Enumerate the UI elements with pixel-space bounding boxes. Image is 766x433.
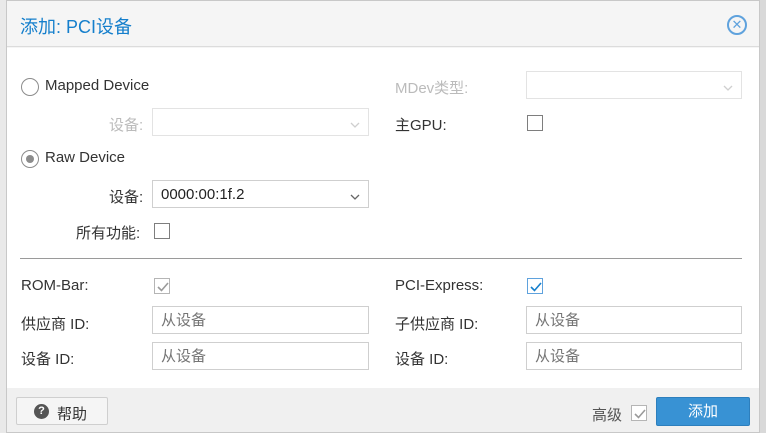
- help-button[interactable]: ? 帮助: [16, 397, 108, 425]
- mapped-device-combo[interactable]: [152, 108, 369, 136]
- section-divider: [20, 258, 742, 259]
- rom-bar-checkbox[interactable]: [154, 278, 170, 294]
- check-icon: [634, 409, 646, 419]
- chevron-down-icon[interactable]: [350, 189, 360, 200]
- mapped-device-field-label: 设备:: [109, 117, 144, 134]
- primary-gpu-checkbox[interactable]: [527, 115, 543, 131]
- dialog-title: 添加: PCI设备: [20, 17, 133, 37]
- raw-device-label: Raw Device: [45, 149, 126, 166]
- rom-bar-label: ROM-Bar:: [21, 277, 89, 294]
- add-button[interactable]: 添加: [656, 397, 750, 426]
- question-circle-icon: ?: [34, 404, 49, 419]
- raw-device-value: 0000:00:1f.2: [161, 186, 245, 203]
- check-icon: [530, 282, 542, 292]
- raw-device-radio[interactable]: [21, 150, 39, 168]
- dialog-body: Mapped Device MDev类型: 设备: 主GPU: Raw Devi…: [7, 48, 759, 388]
- chevron-down-icon: [723, 80, 733, 91]
- mdev-type-combo[interactable]: [526, 71, 742, 99]
- sub-device-id-input[interactable]: [526, 342, 742, 370]
- device-id-input[interactable]: [152, 342, 369, 370]
- sub-device-id-label: 设备 ID:: [395, 351, 449, 368]
- primary-gpu-label: 主GPU:: [395, 117, 447, 134]
- dialog-footer: ? 帮助 高级 添加: [7, 388, 759, 432]
- dialog-header: 添加: PCI设备 ✕: [7, 1, 759, 47]
- all-functions-label: 所有功能:: [76, 225, 141, 242]
- add-pci-device-dialog: 添加: PCI设备 ✕ Mapped Device MDev类型: 设备: 主G…: [6, 0, 760, 433]
- vendor-id-input[interactable]: [152, 306, 369, 334]
- sub-vendor-id-input[interactable]: [526, 306, 742, 334]
- vendor-id-label: 供应商 ID:: [21, 316, 90, 333]
- advanced-checkbox[interactable]: [631, 405, 647, 421]
- device-id-label: 设备 ID:: [21, 351, 75, 368]
- check-icon: [157, 282, 169, 292]
- help-button-label: 帮助: [57, 406, 88, 423]
- advanced-label: 高级: [592, 407, 623, 424]
- raw-device-field-label: 设备:: [109, 189, 144, 206]
- raw-device-combo[interactable]: 0000:00:1f.2: [152, 180, 369, 208]
- pci-express-label: PCI-Express:: [395, 277, 484, 294]
- close-icon[interactable]: ✕: [727, 15, 747, 35]
- chevron-down-icon: [350, 117, 360, 128]
- pci-express-checkbox[interactable]: [527, 278, 543, 294]
- mapped-device-label: Mapped Device: [45, 77, 150, 94]
- all-functions-checkbox[interactable]: [154, 223, 170, 239]
- mapped-device-radio[interactable]: [21, 78, 39, 96]
- mdev-type-label: MDev类型:: [395, 80, 469, 97]
- sub-vendor-id-label: 子供应商 ID:: [395, 316, 479, 333]
